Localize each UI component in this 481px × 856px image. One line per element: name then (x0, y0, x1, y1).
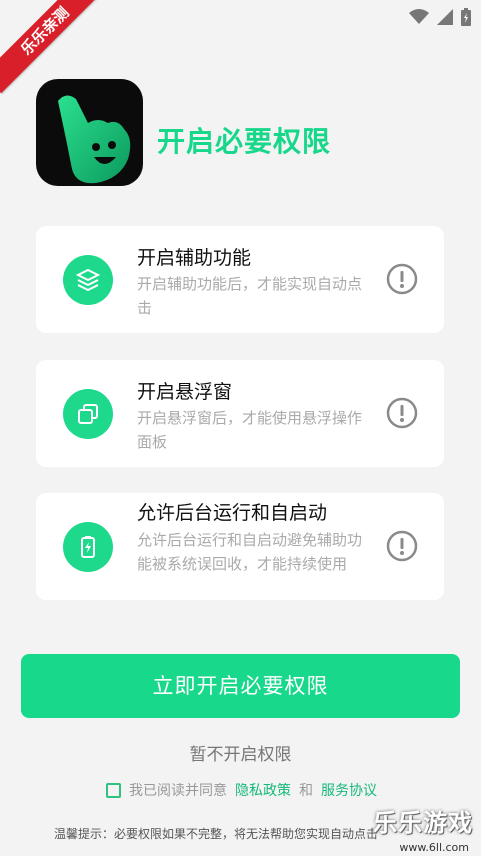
privacy-policy-link[interactable]: 隐私政策 (235, 780, 291, 800)
mascot-hand-icon (58, 95, 131, 184)
warning-icon[interactable] (386, 397, 418, 429)
card-title: 允许后台运行和自启动 (137, 502, 328, 524)
permission-card-accessibility[interactable]: 开启辅助功能 开启辅助功能后，才能实现自动点击 (36, 226, 444, 333)
layers-icon (63, 255, 113, 305)
permission-card-overlay[interactable]: 开启悬浮窗 开启悬浮窗后，才能使用悬浮操作面板 (36, 360, 444, 467)
watermark-brand: 乐乐游戏 (373, 809, 473, 837)
copy-windows-icon (63, 389, 113, 439)
card-description: 允许后台运行和自启动避免辅助功能被系统误回收，才能持续使用 (137, 531, 363, 573)
agreement-and: 和 (299, 783, 313, 799)
agreement-prefix: 我已阅读并同意 (129, 783, 227, 799)
agree-checkbox[interactable] (106, 782, 121, 798)
warning-icon[interactable] (386, 530, 418, 562)
watermark-url: www.6ll.com (399, 841, 469, 854)
wifi-icon (409, 9, 429, 24)
card-description: 开启悬浮窗后，才能使用悬浮操作面板 (137, 409, 363, 451)
card-title: 开启悬浮窗 (137, 381, 233, 403)
battery-charge-icon (63, 522, 113, 572)
enable-permissions-button[interactable]: 立即开启必要权限 (21, 654, 460, 718)
service-agreement-link[interactable]: 服务协议 (321, 780, 377, 800)
agreement-row: 我已阅读并同意 隐私政策 和 服务协议 (106, 780, 377, 800)
app-logo (36, 79, 143, 186)
page-title: 开启必要权限 (157, 125, 332, 158)
card-title: 开启辅助功能 (137, 247, 252, 269)
card-description: 开启辅助功能后，才能实现自动点击 (137, 275, 363, 317)
battery-icon (461, 8, 471, 26)
skip-permissions-link[interactable]: 暂不开启权限 (0, 740, 481, 765)
signal-icon (437, 9, 453, 25)
warning-icon[interactable] (386, 263, 418, 295)
hint-text: 温馨提示：必要权限如果不完整，将无法帮助您实现自动点击 (54, 827, 379, 841)
permission-card-background[interactable]: 允许后台运行和自启动 允许后台运行和自启动避免辅助功能被系统误回收，才能持续使用 (36, 493, 444, 600)
